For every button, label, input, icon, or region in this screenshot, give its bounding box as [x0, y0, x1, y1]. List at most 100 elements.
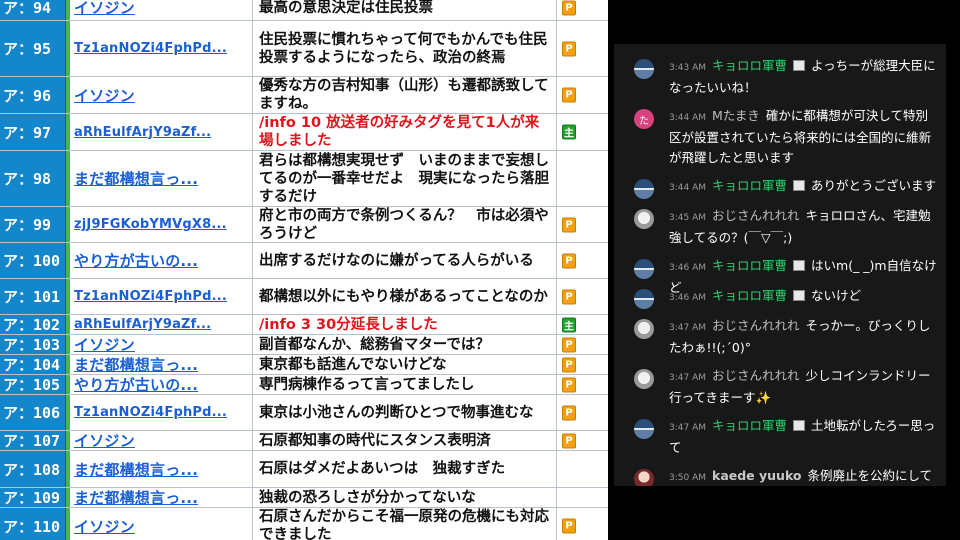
- chat-author-name[interactable]: キョロロ軍曹: [712, 288, 787, 303]
- chat-timestamp: 3:46 AM: [669, 263, 706, 273]
- comment-text: 東京都も話進んでないけどな: [252, 355, 556, 374]
- comment-number: ア：109: [0, 488, 66, 507]
- comment-number: ア：99: [0, 207, 66, 242]
- moderator-badge-icon: [793, 60, 806, 71]
- chat-message[interactable]: 3:45 AM おじさんれれれ キョロロさん、宅建勉強してるの？(￣▽￣;): [614, 206, 946, 246]
- chat-author-name[interactable]: おじさんれれれ: [712, 208, 800, 223]
- comment-text: 出席するだけなのに嫌がってる人らがいる: [252, 243, 556, 278]
- avatar[interactable]: [634, 209, 654, 229]
- avatar[interactable]: [634, 289, 654, 309]
- comment-row[interactable]: ア：102 aRhEulfArjY9aZf.../info 3 30分延長しました…: [0, 315, 608, 335]
- comment-number: ア：96: [0, 77, 66, 113]
- chat-message-body: 3:45 AM おじさんれれれ キョロロさん、宅建勉強してるの？(￣▽￣;): [669, 206, 939, 248]
- chat-message[interactable]: 3:44 AM キョロロ軍曹 ありがとうございます: [614, 176, 946, 199]
- comment-author-link[interactable]: イソジン: [70, 77, 252, 113]
- chat-message-body: 3:47 AM おじさんれれれ そっかー。びっくりしたわぁ!!(;´0)°: [669, 316, 939, 358]
- chat-message[interactable]: 3:43 AM キョロロ軍曹 よっちーが総理大臣になったいいね！: [614, 56, 946, 96]
- comment-author-link[interactable]: Tz1anNOZi4FphPd...: [70, 395, 252, 430]
- comment-author-link[interactable]: まだ都構想言っ...: [70, 451, 252, 487]
- comment-row[interactable]: ア：95 Tz1anNOZi4FphPd... 住民投票に慣れちゃって何でもかんでも…: [0, 21, 608, 77]
- comment-row[interactable]: ア：106 Tz1anNOZi4FphPd... 東京は小池さんの判断ひとつで物事進…: [0, 395, 608, 431]
- avatar[interactable]: [634, 319, 654, 339]
- chat-author-name[interactable]: キョロロ軍曹: [712, 58, 787, 73]
- avatar[interactable]: [634, 259, 654, 279]
- chat-author-name[interactable]: kaede yuuko: [712, 468, 802, 483]
- comment-row[interactable]: ア：105 やり方が古いの... 専門病棟作るって言ってましたし P: [0, 375, 608, 395]
- chat-timestamp: 3:45 AM: [669, 213, 706, 223]
- comment-row[interactable]: ア：100 やり方が古いの... 出席するだけなのに嫌がってる人らがいる P: [0, 243, 608, 279]
- comment-number: ア：105: [0, 375, 66, 394]
- comment-row[interactable]: ア：97 aRhEulfArjY9aZf.../info 10 放送者の好みタグを…: [0, 114, 608, 151]
- comment-row[interactable]: ア：101 Tz1anNOZi4FphPd... 都構想以外にもやり様があるってこと…: [0, 279, 608, 315]
- comment-number: ア：102: [0, 315, 66, 334]
- comment-row[interactable]: ア：108 まだ都構想言っ... 石原はダメだよあいつは 独裁すぎた: [0, 451, 608, 488]
- comment-author-link[interactable]: zjJ9FGKobYMVgX8...: [70, 207, 252, 242]
- comment-row[interactable]: ア：94 イソジン 最高の意思決定は住民投票 P: [0, 0, 608, 21]
- avatar[interactable]: [634, 419, 654, 439]
- comment-icon-cell: P: [556, 21, 608, 76]
- comment-text: 石原都知事の時代にスタンス表明済: [252, 431, 556, 450]
- chat-message[interactable]: 3:50 AMkaede yuuko条例廃止を公約にして当選したら、会議に出なく…: [614, 466, 946, 486]
- comment-number: ア：110: [0, 508, 66, 540]
- chat-message[interactable]: 3:47 AM おじさんれれれ そっかー。びっくりしたわぁ!!(;´0)°: [614, 316, 946, 356]
- comment-rows: ア：94 イソジン 最高の意思決定は住民投票 P ア：95 Tz1anNOZi4FphPd…: [0, 0, 608, 540]
- avatar[interactable]: [634, 369, 654, 389]
- moderator-badge-icon: [793, 420, 806, 431]
- comment-author-link[interactable]: イソジン: [70, 431, 252, 450]
- comment-icon-cell: P: [556, 207, 608, 242]
- comment-row[interactable]: ア：110 イソジン 石原さんだからこそ福一原発の危機にも対応できました P: [0, 508, 608, 540]
- chat-message-text: ありがとうございます: [811, 178, 937, 193]
- comment-row[interactable]: ア：107 イソジン 石原都知事の時代にスタンス表明済 P: [0, 431, 608, 451]
- chat-author-name[interactable]: キョロロ軍曹: [712, 178, 787, 193]
- chat-message-body: 3:46 AM キョロロ軍曹 ないけど: [669, 286, 939, 308]
- premium-badge-icon: P: [562, 518, 576, 534]
- comment-author-link[interactable]: まだ都構想言っ...: [70, 355, 252, 374]
- moderator-badge-icon: [793, 260, 806, 271]
- premium-badge-icon: P: [562, 0, 576, 15]
- chat-message-body: 3:47 AM キョロロ軍曹 土地転がしたろー思って: [669, 416, 939, 458]
- comment-author-link[interactable]: まだ都構想言っ...: [70, 488, 252, 507]
- comment-row[interactable]: ア：99 zjJ9FGKobYMVgX8... 府と市の両方で条例つくるん？ 市は必…: [0, 207, 608, 243]
- comment-author-link[interactable]: イソジン: [70, 335, 252, 354]
- chat-message[interactable]: 3:47 AM おじさんれれれ 少しコインランドリー行ってきまーす✨: [614, 366, 946, 406]
- chat-author-name[interactable]: おじさんれれれ: [712, 318, 800, 333]
- comment-text: 府と市の両方で条例つくるん？ 市は必須やろうけど: [252, 207, 556, 242]
- chat-author-name[interactable]: Mたまき: [712, 108, 760, 123]
- comment-text: 専門病棟作るって言ってましたし: [252, 375, 556, 394]
- comment-author-link[interactable]: Tz1anNOZi4FphPd...: [70, 21, 252, 76]
- chat-message[interactable]: た 3:44 AM Mたまき 確かに都構想が可決して特別区が設置されていたら将来的には…: [614, 106, 946, 166]
- chat-author-name[interactable]: おじさんれれれ: [712, 368, 800, 383]
- chat-message[interactable]: 3:47 AM キョロロ軍曹 土地転がしたろー思って: [614, 416, 946, 456]
- comment-board: ア：94 イソジン 最高の意思決定は住民投票 P ア：95 Tz1anNOZi4FphPd…: [0, 0, 608, 540]
- comment-row[interactable]: ア：96 イソジン 優秀な方の吉村知事（山形）も遷都誘致してますね。 P: [0, 77, 608, 114]
- comment-author-link[interactable]: やり方が古いの...: [70, 243, 252, 278]
- comment-row[interactable]: ア：104 まだ都構想言っ... 東京都も話進んでないけどな P: [0, 355, 608, 375]
- avatar[interactable]: た: [634, 109, 654, 129]
- comment-author-link[interactable]: aRhEulfArjY9aZf...: [70, 315, 252, 334]
- comment-text: 独裁の恐ろしさが分かってないな: [252, 488, 556, 507]
- comment-number: ア：107: [0, 431, 66, 450]
- chat-message[interactable]: 3:46 AM キョロロ軍曹 ないけど: [614, 286, 946, 309]
- avatar[interactable]: [634, 179, 654, 199]
- comment-author-link[interactable]: まだ都構想言っ...: [70, 151, 252, 206]
- avatar[interactable]: [634, 469, 654, 486]
- chat-author-name[interactable]: キョロロ軍曹: [712, 418, 787, 433]
- premium-badge-icon: P: [562, 377, 576, 392]
- chat-message-text: ないけど: [811, 288, 862, 303]
- comment-text: 副首都なんか、総務省マターでは？: [252, 335, 556, 354]
- comment-icon-cell: P: [556, 355, 608, 374]
- chat-author-name[interactable]: キョロロ軍曹: [712, 258, 787, 273]
- comment-author-link[interactable]: aRhEulfArjY9aZf...: [70, 114, 252, 150]
- comment-author-link[interactable]: イソジン: [70, 508, 252, 540]
- avatar[interactable]: [634, 59, 654, 79]
- chat-message[interactable]: 3:46 AM キョロロ軍曹 はいm(_ _)m自信なけど: [614, 256, 946, 295]
- comment-author-link[interactable]: やり方が古いの...: [70, 375, 252, 394]
- comment-row[interactable]: ア：109 まだ都構想言っ... 独裁の恐ろしさが分かってないな: [0, 488, 608, 508]
- comment-author-link[interactable]: Tz1anNOZi4FphPd...: [70, 279, 252, 314]
- comment-number: ア：97: [0, 114, 66, 150]
- comment-row[interactable]: ア：98 まだ都構想言っ... 君らは都構想実現せず いまのままで妄想してるのが一番…: [0, 151, 608, 207]
- comment-icon-cell: P: [556, 431, 608, 450]
- comment-number: ア：106: [0, 395, 66, 430]
- comment-row[interactable]: ア：103 イソジン 副首都なんか、総務省マターでは？ P: [0, 335, 608, 355]
- comment-author-link[interactable]: イソジン: [70, 0, 252, 20]
